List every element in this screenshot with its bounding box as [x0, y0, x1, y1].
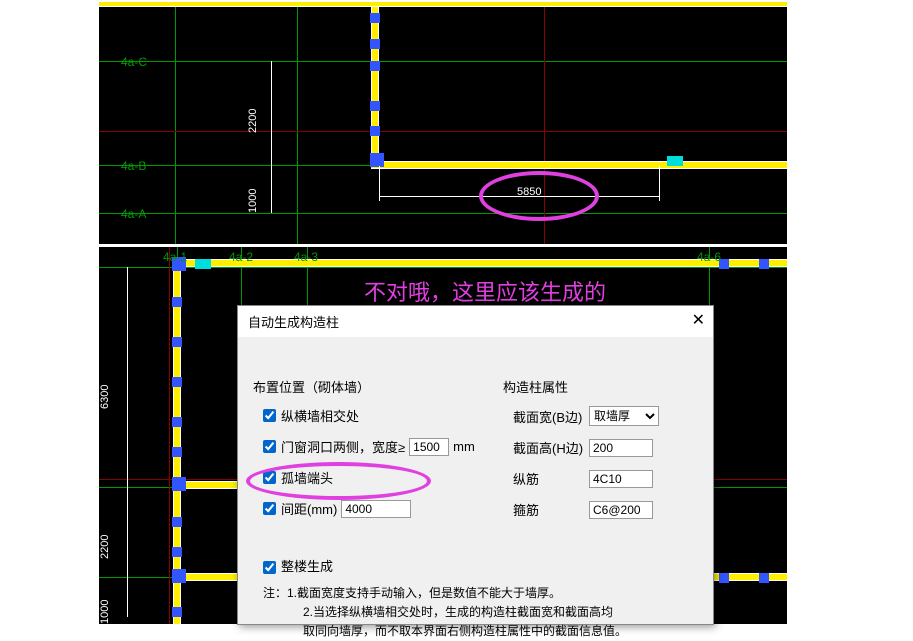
checkbox-whole[interactable]	[263, 561, 276, 574]
close-icon[interactable]: ✕	[692, 310, 705, 330]
input-longbar[interactable]	[589, 470, 653, 488]
checkbox-intersect[interactable]	[263, 409, 276, 422]
input-opening-width[interactable]	[409, 438, 449, 456]
checkbox-opening[interactable]	[263, 440, 276, 453]
input-height[interactable]	[589, 439, 653, 457]
select-width[interactable]: 取墙厚	[589, 406, 659, 426]
note-line-2: 2.当选择纵横墙相交处时，生成的构造柱截面宽和截面高均	[303, 603, 627, 622]
unit-mm: mm	[453, 439, 475, 454]
dialog-titlebar: 自动生成构造柱 ✕	[238, 306, 713, 337]
grid-label-4a-b: 4a-B	[121, 159, 146, 173]
label-width: 截面宽(B边)	[513, 407, 585, 426]
dim-1000-bot: 1000	[99, 600, 111, 624]
highlight-ellipse-spacing	[246, 462, 431, 500]
checkbox-spacing[interactable]	[263, 502, 276, 515]
label-intersect: 纵横墙相交处	[281, 406, 359, 425]
label-longbar: 纵筋	[513, 469, 585, 488]
highlight-ellipse-5850	[479, 171, 599, 221]
dim-6300: 6300	[99, 385, 111, 409]
grid-label-4a-c: 4a-C	[121, 55, 147, 69]
grid-label-4a-2: 4a-2	[229, 250, 253, 264]
label-stirrup: 箍筋	[513, 500, 585, 519]
grid-label-4a-1: 4a-1	[163, 250, 187, 264]
dim-2200-top: 2200	[247, 109, 259, 133]
label-spacing: 间距(mm)	[281, 499, 337, 518]
section-attrs-label: 构造柱属性	[503, 377, 659, 396]
input-stirrup[interactable]	[589, 501, 653, 519]
grid-label-4a-3: 4a-3	[294, 250, 318, 264]
annotation-text: 不对哦，这里应该生成的	[364, 275, 606, 307]
dim-1000-top: 1000	[247, 189, 259, 213]
dialog-title-text: 自动生成构造柱	[248, 315, 339, 330]
cad-view-top: 4a-C 4a-B 4a-A 2200 1000 5850	[98, 0, 788, 245]
dim-2200-bot: 2200	[99, 535, 111, 559]
grid-label-4a-6: 4a-6	[697, 250, 721, 264]
grid-label-4a-a: 4a-A	[121, 207, 146, 221]
label-opening: 门窗洞口两侧，宽度≥	[281, 437, 405, 456]
section-placement-label: 布置位置（砌体墙）	[253, 377, 479, 396]
label-height: 截面高(H边)	[513, 438, 585, 457]
note-line-1: 注：1.截面宽度支持手动输入，但是数值不能大于墙厚。	[263, 584, 627, 603]
input-spacing[interactable]	[341, 500, 411, 518]
label-whole: 整楼生成	[281, 557, 333, 578]
